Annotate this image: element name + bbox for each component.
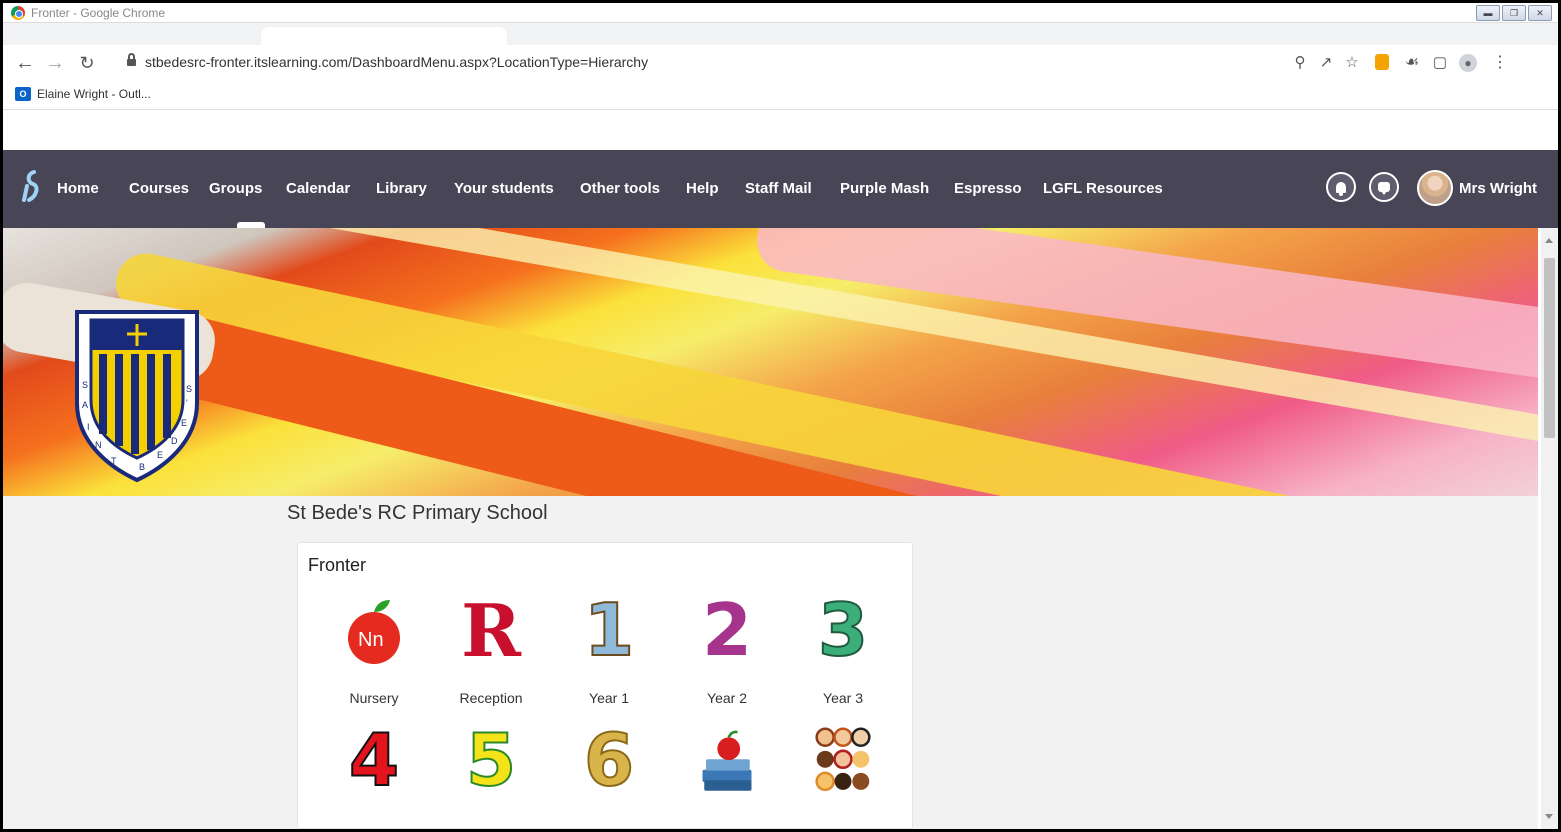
svg-text:': ' <box>186 398 188 408</box>
reload-icon[interactable]: ↻ <box>75 51 99 75</box>
apple-nn-icon: Nn <box>346 593 402 668</box>
share-icon[interactable]: ↗ <box>1317 54 1335 72</box>
back-arrow-icon[interactable]: ← <box>13 51 37 75</box>
bell-icon <box>1336 181 1346 196</box>
tile-year-2[interactable]: 2 Year 2 <box>672 588 782 707</box>
scrollbar-thumb[interactable] <box>1544 258 1555 438</box>
browser-window: Fronter - Google Chrome ▬ ❐ ✕ ← → ↻ stbe… <box>3 3 1558 829</box>
side-panel-icon[interactable]: ▢ <box>1431 54 1449 72</box>
svg-text:B: B <box>139 462 145 472</box>
messages-button[interactable] <box>1369 172 1399 202</box>
outlook-icon: O <box>15 87 31 101</box>
svg-text:Nn: Nn <box>358 629 384 651</box>
scroll-up-arrow-icon[interactable] <box>1545 238 1553 243</box>
profile-icon[interactable]: ● <box>1459 54 1477 72</box>
tile-year-5[interactable]: 5 <box>436 718 546 829</box>
window-controls: ▬ ❐ ✕ <box>1476 5 1552 21</box>
tile-year-3[interactable]: 3 Year 3 <box>788 588 898 707</box>
window-titlebar: Fronter - Google Chrome ▬ ❐ ✕ <box>3 3 1558 23</box>
page-scrollbar[interactable] <box>1541 228 1558 829</box>
extensions-puzzle-icon[interactable]: ☙ <box>1403 54 1421 72</box>
tile-label: Year 2 <box>707 690 747 706</box>
svg-text:S: S <box>82 380 88 390</box>
svg-text:T: T <box>111 456 117 466</box>
svg-text:E: E <box>181 418 187 428</box>
bookmark-label: Elaine Wright - Outl... <box>37 87 151 101</box>
tile-label: Year 1 <box>589 690 629 706</box>
chrome-logo-icon <box>11 6 25 20</box>
number-1-icon: 1 <box>583 588 635 672</box>
scroll-down-arrow-icon[interactable] <box>1545 814 1553 819</box>
tile-label: Reception <box>459 690 523 706</box>
tile-books[interactable] <box>672 723 782 829</box>
tile-nursery[interactable]: Nn Nursery <box>319 593 429 706</box>
url-text[interactable]: stbedesrc-fronter.itslearning.com/Dashbo… <box>145 54 648 70</box>
banner-image: S A I N T B E D E ' S <box>3 228 1538 496</box>
tile-year-1[interactable]: 1 Year 1 <box>554 588 664 707</box>
restore-button[interactable]: ❐ <box>1502 5 1526 21</box>
card-title: Fronter <box>308 555 367 575</box>
tile-reception[interactable]: R Reception <box>436 588 546 706</box>
children-faces-icon <box>815 723 871 798</box>
nav-home[interactable]: Home <box>57 180 99 197</box>
number-3-icon: 3 <box>817 588 869 672</box>
chat-bubble-icon <box>1378 182 1390 195</box>
tile-label: Nursery <box>349 690 399 706</box>
fronter-card: Fronter Nn Nursery R Reception 1 Year 1 … <box>297 542 913 829</box>
svg-text:A: A <box>82 400 88 410</box>
svg-text:E: E <box>157 450 163 460</box>
bookmark-item[interactable]: O Elaine Wright - Outl... <box>15 87 151 101</box>
tile-label: Year 3 <box>823 690 863 706</box>
nav-calendar[interactable]: Calendar <box>286 180 350 197</box>
nav-staff-mail[interactable]: Staff Mail <box>745 180 812 197</box>
number-2-icon: 2 <box>701 588 753 672</box>
nav-purple-mash[interactable]: Purple Mash <box>840 180 929 197</box>
nav-groups[interactable]: Groups <box>209 180 262 197</box>
tile-children[interactable] <box>788 723 898 829</box>
number-4-icon: 4 <box>348 718 400 802</box>
zoom-icon[interactable]: ⚲ <box>1291 54 1309 72</box>
nav-courses[interactable]: Courses <box>129 180 189 197</box>
extension-icon[interactable] <box>1375 54 1389 70</box>
active-tab[interactable] <box>261 27 507 45</box>
avatar[interactable] <box>1417 170 1453 206</box>
bookmarks-bar: O Elaine Wright - Outl... <box>3 81 1558 110</box>
svg-text:N: N <box>95 440 102 450</box>
nav-other-tools[interactable]: Other tools <box>580 180 660 197</box>
itslearning-navbar: Home Courses Groups Calendar Library You… <box>3 150 1558 228</box>
user-name[interactable]: Mrs Wright <box>1459 180 1537 197</box>
minimize-button[interactable]: ▬ <box>1476 5 1500 21</box>
page-title: St Bede's RC Primary School <box>287 502 548 524</box>
number-6-icon: 6 <box>583 718 635 802</box>
nav-espresso[interactable]: Espresso <box>954 180 1022 197</box>
letter-r-icon: R <box>461 588 521 673</box>
svg-text:D: D <box>171 436 178 446</box>
menu-dots-icon[interactable]: ⋮ <box>1491 54 1509 72</box>
notifications-button[interactable] <box>1326 172 1356 202</box>
tab-strip <box>3 23 1558 45</box>
lock-icon <box>127 53 136 67</box>
tile-year-6[interactable]: 6 <box>554 718 664 829</box>
bookmark-star-icon[interactable]: ☆ <box>1343 54 1361 72</box>
books-apple-icon <box>699 723 755 798</box>
dashboard-content: St Bede's RC Primary School Fronter Nn N… <box>3 496 1538 829</box>
close-button[interactable]: ✕ <box>1528 5 1552 21</box>
tile-year-4[interactable]: 4 <box>319 718 429 829</box>
forward-arrow-icon[interactable]: → <box>43 51 67 75</box>
svg-text:I: I <box>87 422 90 432</box>
svg-text:S: S <box>186 384 192 394</box>
nav-lgfl-resources[interactable]: LGFL Resources <box>1043 180 1163 197</box>
itslearning-logo-icon[interactable] <box>21 170 43 204</box>
nav-library[interactable]: Library <box>376 180 427 197</box>
browser-toolbar: ← → ↻ stbedesrc-fronter.itslearning.com/… <box>3 45 1558 81</box>
address-bar[interactable]: stbedesrc-fronter.itslearning.com/Dashbo… <box>121 49 1291 77</box>
school-crest-logo: S A I N T B E D E ' S <box>75 310 199 483</box>
number-5-icon: 5 <box>465 718 517 802</box>
nav-your-students[interactable]: Your students <box>454 180 554 197</box>
window-title: Fronter - Google Chrome <box>31 6 166 20</box>
nav-help[interactable]: Help <box>686 180 719 197</box>
